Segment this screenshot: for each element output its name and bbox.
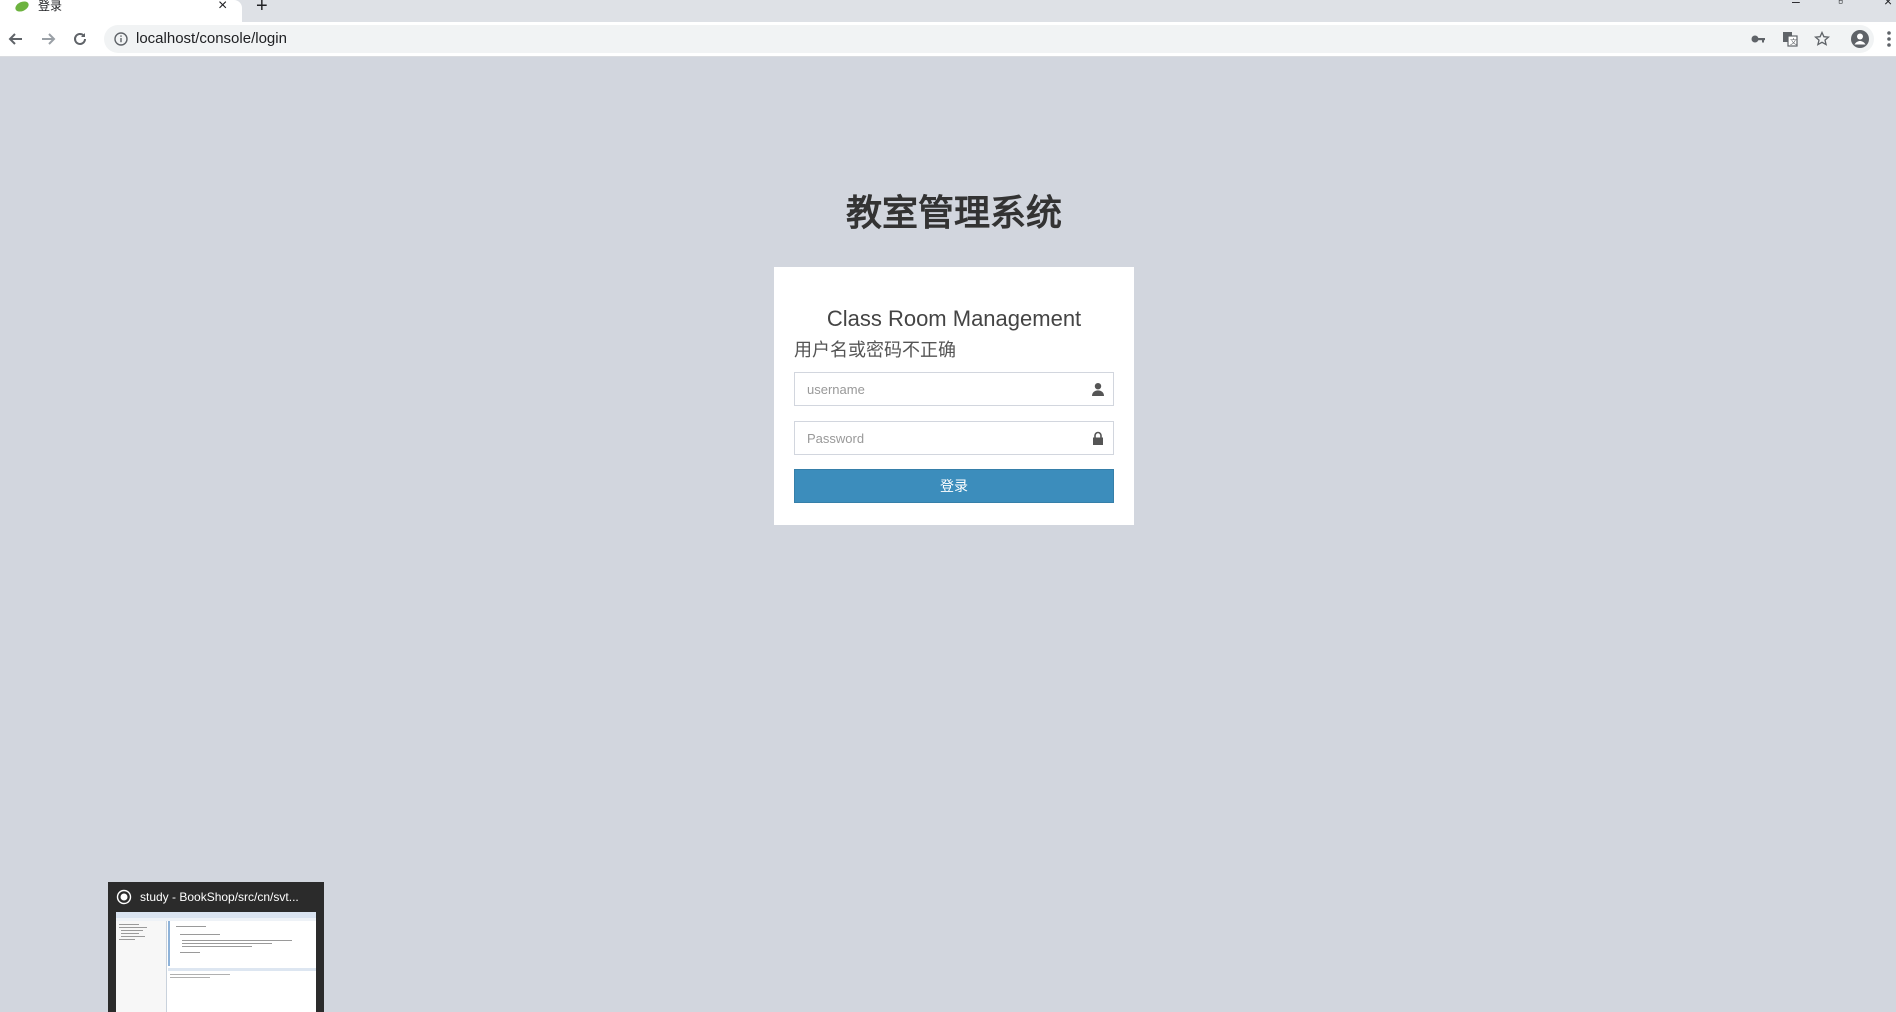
new-tab-button[interactable]: + bbox=[256, 0, 268, 16]
reload-icon bbox=[74, 32, 86, 45]
restore-window-icon[interactable]: ▫ bbox=[1838, 0, 1843, 8]
browser-tab-active[interactable]: 登录 × bbox=[0, 0, 242, 22]
user-icon bbox=[1092, 383, 1104, 396]
star-icon[interactable] bbox=[1814, 31, 1830, 47]
address-bar[interactable]: localhost/console/login 文 bbox=[104, 25, 1874, 53]
login-box-heading: Class Room Management bbox=[826, 306, 1082, 331]
forward-arrow-icon bbox=[42, 33, 56, 45]
username-input[interactable] bbox=[795, 373, 1077, 405]
key-icon[interactable] bbox=[1750, 31, 1766, 47]
leaf-favicon-icon bbox=[15, 1, 29, 12]
info-icon[interactable] bbox=[114, 32, 128, 46]
error-message: 用户名或密码不正确 bbox=[794, 340, 956, 361]
minimize-window-icon[interactable]: – bbox=[1792, 0, 1800, 8]
password-field[interactable] bbox=[794, 421, 1114, 455]
lock-icon bbox=[1093, 431, 1103, 445]
thumbnail-title: study - BookShop/src/cn/svt... bbox=[140, 890, 299, 904]
browser-toolbar: localhost/console/login 文 bbox=[0, 22, 1896, 57]
account-icon[interactable] bbox=[1850, 29, 1870, 49]
taskbar-window-thumbnail[interactable]: study - BookShop/src/cn/svt... bbox=[108, 882, 324, 1012]
url-text[interactable]: localhost/console/login bbox=[136, 31, 287, 47]
close-window-icon[interactable]: × bbox=[1884, 0, 1892, 8]
forward-button[interactable] bbox=[36, 27, 60, 51]
login-button[interactable]: 登录 bbox=[794, 469, 1114, 503]
reload-button[interactable] bbox=[68, 27, 92, 51]
page-title: 教室管理系统 bbox=[845, 193, 1062, 234]
translate-icon[interactable]: 文 bbox=[1782, 31, 1798, 47]
tab-title: 登录 bbox=[38, 0, 63, 13]
back-arrow-icon bbox=[8, 33, 22, 45]
password-input[interactable] bbox=[795, 422, 1077, 454]
back-button[interactable] bbox=[4, 27, 28, 51]
thumbnail-preview-image bbox=[116, 912, 316, 1012]
username-field[interactable] bbox=[794, 372, 1114, 406]
eclipse-icon bbox=[116, 889, 132, 905]
kebab-menu-icon[interactable] bbox=[1884, 29, 1894, 49]
login-box: Class Room Management 用户名或密码不正确 登录 bbox=[774, 267, 1134, 525]
svg-text:文: 文 bbox=[1790, 37, 1797, 46]
browser-tabstrip: 登录 × + – ▫ × bbox=[0, 0, 1896, 22]
tab-close-icon[interactable]: × bbox=[218, 0, 227, 14]
